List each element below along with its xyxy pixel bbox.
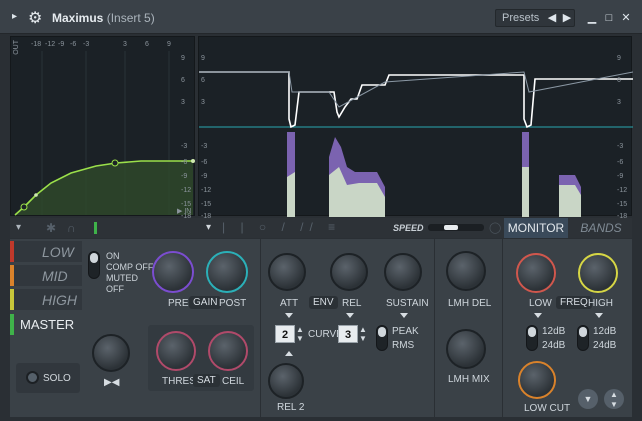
curve-right-spin-icon[interactable]: ▲ ▼: [359, 325, 367, 343]
curve-left-spin-icon[interactable]: ▲ ▼: [296, 325, 304, 343]
title-bar: ▸ ⚙ Maximus (Insert 5) Presets ◀ ▶ ▁ □ ✕: [0, 0, 642, 34]
pan-knob[interactable]: [92, 334, 130, 372]
mode-on: ON: [106, 251, 120, 261]
insert-slot: (Insert 5): [106, 11, 155, 25]
sustain-arrow-icon[interactable]: [400, 313, 408, 318]
gear-icon[interactable]: ⚙: [28, 8, 42, 28]
post-knob[interactable]: [206, 251, 248, 293]
monitor-tab[interactable]: MONITOR: [504, 218, 568, 238]
rel2-knob[interactable]: [268, 363, 304, 399]
band-master[interactable]: MASTER: [10, 314, 82, 335]
divider-2: [434, 239, 435, 417]
controls-panel: LOW MID HIGH MASTER ON COMP OFF MUTED OF…: [10, 239, 632, 417]
curve-tools-icon[interactable]: | | ○ / // ≡: [222, 220, 341, 234]
in-label: ▶ IN: [177, 208, 192, 215]
close-icon[interactable]: ✕: [620, 12, 632, 24]
xover-high-arrow-icon[interactable]: [595, 313, 603, 318]
solo-led-icon: [26, 371, 39, 384]
divider-3: [502, 239, 503, 417]
lmh-del-label: LMH DEL: [448, 298, 492, 309]
preset-next-icon[interactable]: ▶: [561, 12, 573, 24]
mode-off: OFF: [106, 284, 124, 294]
plugin-title: Maximus (Insert 5): [52, 11, 155, 25]
lmh-mix-knob[interactable]: [446, 329, 486, 369]
gain-label: GAIN: [189, 296, 222, 309]
rel-label: REL: [342, 298, 362, 309]
sustain-label: SUSTAIN: [386, 298, 429, 309]
dropdown-icon[interactable]: ▾: [16, 222, 21, 233]
rel2-label: REL 2: [277, 402, 305, 413]
ceil-knob[interactable]: [208, 331, 248, 371]
lmh-mix-label: LMH MIX: [448, 374, 490, 385]
band-high[interactable]: HIGH: [10, 289, 82, 310]
curve-left-value[interactable]: 2: [275, 325, 295, 343]
rel2-arrow-icon[interactable]: [285, 351, 293, 356]
lmh-del-knob[interactable]: [446, 251, 486, 291]
peak-rms-switch[interactable]: [376, 325, 388, 351]
low-freq-knob[interactable]: [516, 253, 556, 293]
sustain-knob[interactable]: [384, 253, 422, 291]
xover-low-arrow-icon[interactable]: [534, 313, 542, 318]
transfer-curve-svg: [14, 51, 195, 216]
toolbar: ▾ ✱ ∩ ▾ | | ○ / // ≡ SPEED ◯ MONITOR BAN…: [10, 218, 632, 238]
peak-label: PEAK: [392, 326, 419, 337]
scroll-updown-icon[interactable]: ▲ ▼: [604, 389, 624, 409]
att-label: ATT: [280, 298, 299, 309]
curve-right-value[interactable]: 3: [338, 325, 358, 343]
mode-switch[interactable]: [88, 251, 100, 279]
att-knob[interactable]: [268, 253, 306, 291]
rms-label: RMS: [392, 340, 415, 351]
att-arrow-icon[interactable]: [285, 313, 293, 318]
divider-1: [260, 239, 261, 417]
magnet-icon[interactable]: ∩: [67, 221, 76, 235]
xover-high-label: HIGH: [588, 298, 613, 309]
xover-low-label: LOW: [529, 298, 552, 309]
transfer-curve-graph[interactable]: OUT -18 -12 -9 -6 -3 3 6 9 9 6 3 -3 -6 -…: [10, 36, 195, 220]
thres-label: THRES: [162, 376, 196, 387]
low-cut-knob[interactable]: [518, 361, 556, 399]
level-indicator: [94, 222, 97, 234]
minimize-icon[interactable]: ▁: [586, 12, 598, 24]
low-cut-label: LOW CUT: [524, 403, 571, 414]
maximize-icon[interactable]: □: [603, 12, 615, 24]
low-slope-switch[interactable]: [526, 325, 538, 351]
ceil-label: CEIL: [222, 376, 245, 387]
high-slope-switch[interactable]: [577, 325, 589, 351]
mode-comp-off: COMP OFF: [106, 262, 154, 272]
plugin-name: Maximus: [52, 11, 104, 25]
scroll-down-icon[interactable]: ▼: [578, 389, 598, 409]
high-freq-knob[interactable]: [578, 253, 618, 293]
low-12db-label: 12dB: [542, 326, 566, 337]
speed-slider[interactable]: [428, 224, 484, 231]
waveform-svg: [199, 71, 633, 217]
solo-button[interactable]: SOLO: [16, 363, 80, 393]
collapse-arrow-icon[interactable]: ▸: [12, 11, 17, 22]
high-12db-label: 12dB: [593, 326, 617, 337]
mode-options: ON COMP OFF MUTED OFF: [106, 251, 153, 295]
high-24db-label: 24dB: [593, 340, 617, 351]
rel-arrow-icon[interactable]: [346, 313, 354, 318]
thres-knob[interactable]: [156, 331, 196, 371]
circle-icon[interactable]: ◯: [489, 221, 501, 234]
snowflake-icon[interactable]: ✱: [46, 221, 56, 235]
sat-label: SAT: [193, 374, 220, 387]
band-mid[interactable]: MID: [10, 265, 82, 286]
pre-knob[interactable]: [152, 251, 194, 293]
rel-knob[interactable]: [330, 253, 368, 291]
env-label: ENV: [309, 296, 338, 309]
post-label: POST: [219, 298, 247, 309]
low-24db-label: 24dB: [542, 340, 566, 351]
preset-prev-icon[interactable]: ◀: [546, 12, 558, 24]
freq-label: FREQ: [556, 296, 592, 309]
band-low[interactable]: LOW: [10, 241, 82, 262]
pre-label: PRE: [168, 298, 189, 309]
speed-label: SPEED: [393, 223, 424, 233]
tool-dropdown-icon[interactable]: ▾: [206, 222, 211, 233]
speed-slider-handle[interactable]: [444, 225, 458, 230]
mode-muted: MUTED: [106, 273, 138, 283]
stereo-icon[interactable]: ▶◀: [104, 377, 119, 388]
bands-tab[interactable]: BANDS: [570, 218, 632, 238]
waveform-display: 9 6 3 -3 -6 -9 -12 -15 -18 9 6 3 -3 -6 -…: [198, 36, 633, 220]
